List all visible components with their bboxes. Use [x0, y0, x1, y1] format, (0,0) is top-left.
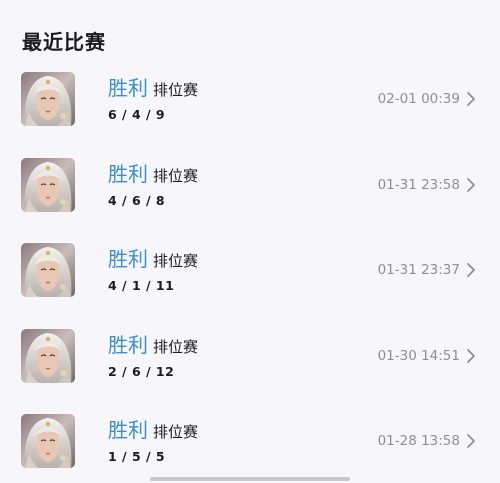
match-result: 胜利 — [108, 332, 148, 357]
match-mode: 排位赛 — [153, 337, 199, 356]
match-row[interactable]: 胜利 排位赛 4 / 6 / 8 01-31 23:58 — [0, 157, 500, 243]
chevron-right-icon — [466, 348, 476, 364]
match-row[interactable]: 胜利 排位赛 4 / 1 / 11 01-31 23:37 — [0, 242, 500, 328]
kda-stats: 4 / 6 / 8 — [108, 192, 166, 208]
match-row[interactable]: 胜利 排位赛 6 / 4 / 9 02-01 00:39 — [0, 71, 500, 157]
match-result: 胜利 — [108, 247, 148, 271]
chevron-right-icon — [466, 91, 476, 107]
kda-stats: 1 / 5 / 5 — [108, 449, 166, 464]
kda-stats: 2 / 6 / 12 — [108, 363, 175, 379]
hero-portrait-icon — [21, 72, 75, 126]
match-mode: 排位赛 — [153, 423, 199, 441]
result-line: 胜利 排位赛 — [108, 160, 198, 190]
match-row[interactable]: 胜利 排位赛 1 / 5 / 5 01-28 13:58 — [0, 413, 500, 483]
result-line: 胜利 排位赛 — [108, 416, 198, 446]
match-time: 01-31 23:37 — [377, 262, 460, 278]
result-line: 胜利 排位赛 — [108, 331, 198, 361]
hero-portrait-icon — [21, 157, 75, 212]
hero-portrait-icon — [21, 328, 75, 383]
recent-matches-page: 最近比赛 胜利 排位赛 6 / 4 / 9 02-01 00:39 胜利 排位赛 4… — [0, 0, 500, 483]
match-time: 01-28 13:58 — [377, 433, 460, 449]
match-mode: 排位赛 — [153, 81, 199, 99]
match-result: 胜利 — [108, 418, 148, 442]
match-mode: 排位赛 — [153, 166, 199, 185]
result-line: 胜利 排位赛 — [108, 245, 198, 275]
match-result: 胜利 — [108, 76, 148, 100]
kda-stats: 4 / 1 / 11 — [108, 278, 175, 293]
match-time: 02-01 00:39 — [377, 91, 460, 107]
match-time: 01-30 14:51 — [377, 347, 460, 364]
section-title: 最近比赛 — [22, 30, 106, 54]
result-line: 胜利 排位赛 — [108, 74, 198, 104]
chevron-right-icon — [466, 433, 476, 449]
match-result: 胜利 — [108, 161, 148, 186]
home-indicator[interactable] — [150, 477, 350, 481]
match-row[interactable]: 胜利 排位赛 2 / 6 / 12 01-30 14:51 — [0, 328, 500, 414]
match-time: 01-31 23:58 — [377, 176, 460, 193]
chevron-right-icon — [466, 177, 476, 193]
match-mode: 排位赛 — [153, 252, 199, 270]
hero-portrait-icon — [21, 243, 75, 297]
chevron-right-icon — [466, 262, 476, 278]
hero-portrait-icon — [21, 414, 75, 468]
match-list: 胜利 排位赛 6 / 4 / 9 02-01 00:39 胜利 排位赛 4 / 6 … — [0, 71, 500, 483]
kda-stats: 6 / 4 / 9 — [108, 107, 166, 122]
